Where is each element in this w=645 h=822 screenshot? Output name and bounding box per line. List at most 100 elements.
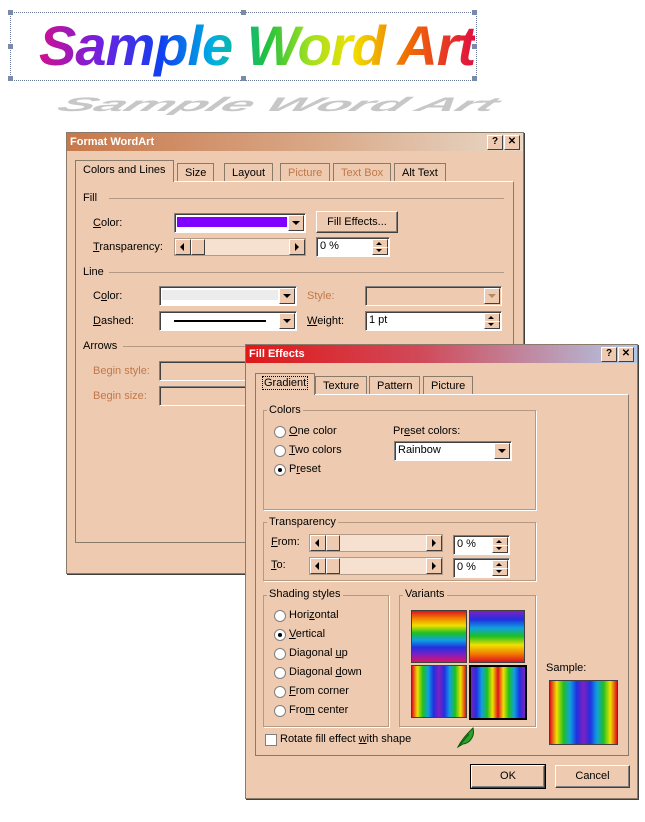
begin-style-label: Begin style: [93, 365, 150, 377]
from-corner-label: From corner [289, 685, 349, 697]
from-field[interactable]: 0 % [453, 535, 510, 555]
tab-texture[interactable]: Texture [315, 376, 368, 395]
tab-pattern[interactable]: Pattern [369, 376, 421, 395]
dialog-title: Fill Effects [249, 348, 305, 360]
horizontal-label: Horizontal [289, 609, 339, 621]
tab-text-box[interactable]: Text Box [333, 163, 392, 182]
wordart-text: Sample Word Art [39, 14, 476, 77]
preset-label: Preset [289, 463, 321, 475]
slider-thumb[interactable] [191, 239, 205, 255]
preset-colors-dropdown[interactable]: Rainbow [394, 441, 512, 461]
sample-label: Sample: [546, 662, 587, 674]
radio-from-center[interactable] [274, 705, 286, 717]
variant-4-selected[interactable] [469, 665, 527, 720]
resize-handle[interactable] [8, 44, 13, 49]
variant-1[interactable] [411, 610, 467, 663]
radio-diagonal-down[interactable] [274, 667, 286, 679]
rotate-fill-checkbox[interactable] [265, 734, 277, 746]
help-button[interactable]: ? [487, 135, 503, 150]
fill-effects-titlebar[interactable]: Fill Effects ? ✕ [246, 345, 637, 363]
radio-diagonal-up[interactable] [274, 648, 286, 660]
style-dropdown[interactable] [365, 286, 502, 306]
wordart-shadow: Sample Word Art [51, 92, 506, 115]
slider-left-arrow[interactable] [310, 558, 326, 574]
transparency-field[interactable]: 0 % [316, 237, 390, 257]
dashed-dropdown[interactable] [159, 311, 297, 331]
slider-thumb[interactable] [326, 558, 340, 574]
weight-field[interactable]: 1 pt [365, 311, 502, 331]
weight-value: 1 pt [369, 314, 388, 326]
cancel-button[interactable]: Cancel [555, 765, 630, 788]
fill-color-label: Color: [93, 217, 123, 229]
help-button[interactable]: ? [601, 347, 617, 362]
from-center-label: From center [289, 704, 349, 716]
slider-right-arrow[interactable] [426, 558, 442, 574]
chevron-down-icon[interactable] [279, 288, 295, 304]
style-label: Style: [307, 290, 335, 302]
close-button[interactable]: ✕ [504, 135, 520, 150]
fill-effects-button[interactable]: Fill Effects... [316, 211, 398, 233]
begin-size-label: Begin size: [93, 390, 147, 402]
fill-color-dropdown[interactable] [174, 213, 306, 233]
divider [109, 198, 504, 200]
tab-picture[interactable]: Picture [280, 163, 331, 182]
fill-section-label: Fill [83, 192, 98, 204]
tab-layout[interactable]: Layout [224, 163, 274, 182]
ok-button[interactable]: OK [470, 764, 546, 789]
chevron-down-icon[interactable] [484, 288, 500, 304]
line-color-label: Color: [93, 290, 123, 302]
transparency-slider[interactable] [174, 238, 306, 256]
dashed-label: Dashed: [93, 315, 134, 327]
transparency-group-label: Transparency [267, 516, 338, 528]
tab-gradient-label: Gradient [261, 376, 309, 390]
tab-picture[interactable]: Picture [423, 376, 474, 395]
radio-two-colors[interactable] [274, 445, 286, 457]
variant-2[interactable] [469, 610, 525, 663]
spin-down-icon[interactable] [492, 568, 508, 576]
resize-handle[interactable] [241, 76, 246, 81]
spin-down-icon[interactable] [372, 247, 388, 255]
wordart-object[interactable]: Sample Word Art Sample Word Art [8, 10, 506, 115]
radio-vertical[interactable] [274, 629, 286, 641]
slider-right-arrow[interactable] [426, 535, 442, 551]
weight-label: Weight: [307, 315, 345, 327]
slider-left-arrow[interactable] [310, 535, 326, 551]
variant-3[interactable] [411, 665, 467, 718]
resize-handle[interactable] [472, 76, 477, 81]
tab-size[interactable]: Size [177, 163, 215, 182]
spin-down-icon[interactable] [492, 545, 508, 553]
resize-handle[interactable] [8, 76, 13, 81]
resize-handle[interactable] [472, 10, 477, 15]
slider-right-arrow[interactable] [289, 239, 305, 255]
tab-colors-and-lines[interactable]: Colors and Lines [75, 160, 174, 182]
transparency-value: 0 % [320, 240, 339, 252]
begin-size-dropdown[interactable] [159, 386, 256, 406]
resize-handle[interactable] [241, 10, 246, 15]
chevron-down-icon[interactable] [288, 215, 304, 231]
chevron-down-icon[interactable] [494, 443, 510, 459]
resize-handle[interactable] [8, 10, 13, 15]
radio-preset[interactable] [274, 464, 286, 476]
format-wordart-titlebar[interactable]: Format WordArt ? ✕ [67, 133, 523, 151]
line-color-dropdown[interactable] [159, 286, 297, 306]
begin-style-dropdown[interactable] [159, 361, 256, 381]
resize-handle[interactable] [472, 44, 477, 49]
radio-from-corner[interactable] [274, 686, 286, 698]
fill-effects-dialog: Fill Effects ? ✕ Gradient Texture Patter… [245, 344, 638, 799]
spin-down-icon[interactable] [484, 321, 500, 329]
chevron-down-icon[interactable] [279, 313, 295, 329]
line-section-label: Line [83, 266, 104, 278]
radio-horizontal[interactable] [274, 610, 286, 622]
close-button[interactable]: ✕ [618, 347, 634, 362]
from-slider[interactable] [309, 534, 443, 552]
to-field[interactable]: 0 % [453, 558, 510, 578]
rotate-fill-label: Rotate fill effect with shape [280, 733, 412, 745]
tab-alt-text[interactable]: Alt Text [394, 163, 446, 182]
sample-preview [549, 680, 618, 745]
diagonal-up-label: Diagonal up [289, 647, 348, 659]
slider-left-arrow[interactable] [175, 239, 191, 255]
radio-one-color[interactable] [274, 426, 286, 438]
tab-gradient[interactable]: Gradient [255, 373, 316, 395]
slider-thumb[interactable] [326, 535, 340, 551]
to-slider[interactable] [309, 557, 443, 575]
